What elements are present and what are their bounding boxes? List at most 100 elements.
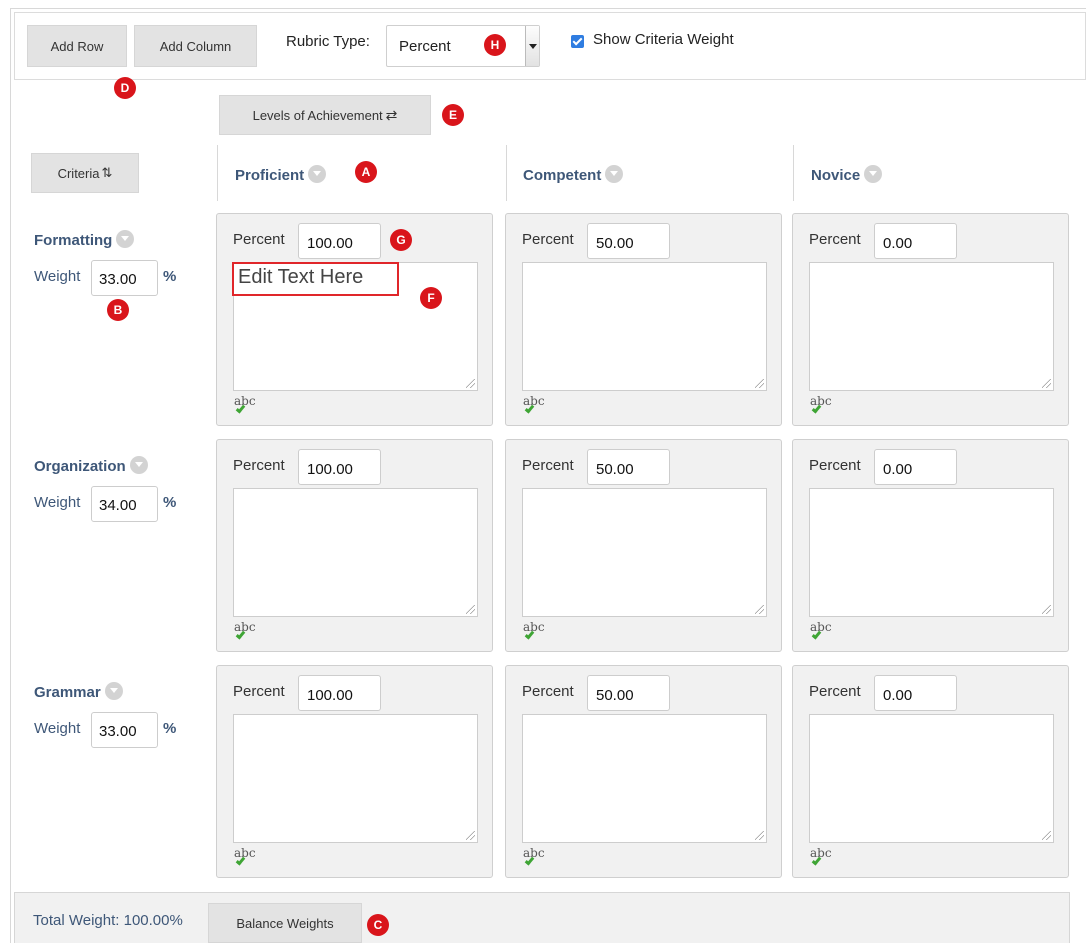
rubric-cell: Percent 50.00 abc: [505, 213, 782, 426]
spellcheck-icon[interactable]: abc: [523, 394, 545, 414]
description-textarea[interactable]: [809, 714, 1054, 843]
percent-label: Percent: [522, 231, 574, 248]
description-textarea[interactable]: [809, 488, 1054, 617]
spellcheck-icon[interactable]: abc: [523, 846, 545, 866]
resize-grip-icon[interactable]: [466, 379, 475, 388]
resize-grip-icon[interactable]: [755, 379, 764, 388]
description-textarea[interactable]: [522, 488, 767, 617]
percent-input[interactable]: 50.00: [587, 449, 670, 485]
show-criteria-weight-label: Show Criteria Weight: [593, 31, 734, 48]
spellcheck-icon[interactable]: abc: [810, 846, 832, 866]
rubric-cell: Percent 50.00 abc: [505, 439, 782, 652]
chevron-down-icon[interactable]: [129, 456, 148, 474]
criteria-row-grammar[interactable]: Grammar: [34, 682, 123, 701]
percent-input[interactable]: 50.00: [587, 223, 670, 259]
resize-grip-icon[interactable]: [466, 831, 475, 840]
percent-label: Percent: [809, 231, 861, 248]
criteria-name: Formatting: [34, 232, 113, 249]
resize-grip-icon[interactable]: [755, 605, 764, 614]
balance-weights-button[interactable]: Balance Weights: [208, 903, 362, 943]
criteria-label: Criteria: [57, 165, 100, 181]
rubric-cell: Percent 0.00 abc: [792, 665, 1069, 878]
column-header-label: Novice: [811, 167, 861, 184]
rubric-cell: Percent 100.00 abc: [216, 665, 493, 878]
resize-grip-icon[interactable]: [755, 831, 764, 840]
weight-unit: %: [163, 720, 177, 737]
chevron-down-icon[interactable]: [525, 26, 539, 66]
description-textarea[interactable]: [522, 262, 767, 391]
percent-input[interactable]: 100.00: [298, 675, 381, 711]
resize-grip-icon[interactable]: [1042, 831, 1051, 840]
rubric-type-value: Percent: [399, 38, 451, 55]
spellcheck-icon[interactable]: abc: [234, 846, 256, 866]
column-header-novice[interactable]: Novice: [811, 165, 883, 184]
criteria-name: Grammar: [34, 684, 101, 701]
add-column-button[interactable]: Add Column: [134, 25, 257, 67]
percent-label: Percent: [809, 457, 861, 474]
rubric-cell: Percent 50.00 abc: [505, 665, 782, 878]
description-textarea[interactable]: [809, 262, 1054, 391]
chevron-down-icon[interactable]: [864, 165, 883, 183]
percent-input[interactable]: 100.00: [298, 449, 381, 485]
column-divider: [506, 145, 507, 201]
percent-input[interactable]: 100.00: [298, 223, 381, 259]
rubric-cell: Percent 100.00 abc: [216, 439, 493, 652]
description-textarea[interactable]: [233, 488, 478, 617]
swap-arrows-icon: ⇄: [385, 106, 398, 123]
resize-grip-icon[interactable]: [466, 605, 475, 614]
spellcheck-icon[interactable]: abc: [234, 394, 256, 414]
spellcheck-icon[interactable]: abc: [810, 620, 832, 640]
levels-of-achievement-button[interactable]: Levels of Achievement ⇄: [219, 95, 431, 135]
callout-marker-a: A: [355, 161, 377, 183]
criteria-sort-button[interactable]: Criteria ⇅: [31, 153, 139, 193]
weight-label: Weight: [34, 494, 81, 511]
description-textarea[interactable]: [233, 714, 478, 843]
percent-input[interactable]: 50.00: [587, 675, 670, 711]
chevron-down-icon[interactable]: [308, 165, 327, 183]
weight-unit: %: [163, 494, 177, 511]
show-criteria-weight-checkbox[interactable]: [571, 35, 584, 48]
chevron-down-icon[interactable]: [116, 230, 135, 248]
spellcheck-icon[interactable]: abc: [234, 620, 256, 640]
column-header-label: Competent: [523, 167, 602, 184]
criteria-row-organization[interactable]: Organization: [34, 456, 148, 475]
spellcheck-icon[interactable]: abc: [523, 620, 545, 640]
rubric-cell: Percent 100.00 abc: [216, 213, 493, 426]
column-divider: [217, 145, 218, 201]
callout-marker-g: G: [390, 229, 412, 251]
callout-marker-f: F: [420, 287, 442, 309]
column-header-competent[interactable]: Competent: [523, 165, 624, 184]
add-row-button[interactable]: Add Row: [27, 25, 127, 67]
callout-marker-d: D: [114, 77, 136, 99]
column-header-proficient[interactable]: Proficient: [235, 165, 327, 184]
percent-label: Percent: [522, 457, 574, 474]
weight-input[interactable]: 33.00: [91, 712, 158, 748]
rubric-type-select[interactable]: Percent: [386, 25, 540, 67]
callout-marker-e: E: [442, 104, 464, 126]
total-weight: Total Weight: 100.00%: [33, 912, 183, 929]
percent-label: Percent: [809, 683, 861, 700]
percent-input[interactable]: 0.00: [874, 675, 957, 711]
weight-input[interactable]: 33.00: [91, 260, 158, 296]
sort-arrows-icon: ⇅: [101, 165, 113, 180]
weight-label: Weight: [34, 720, 81, 737]
resize-grip-icon[interactable]: [1042, 379, 1051, 388]
rubric-cell: Percent 0.00 abc: [792, 439, 1069, 652]
weight-unit: %: [163, 268, 177, 285]
spellcheck-icon[interactable]: abc: [810, 394, 832, 414]
weight-label: Weight: [34, 268, 81, 285]
percent-label: Percent: [233, 683, 285, 700]
resize-grip-icon[interactable]: [1042, 605, 1051, 614]
chevron-down-icon[interactable]: [605, 165, 624, 183]
percent-input[interactable]: 0.00: [874, 449, 957, 485]
criteria-name: Organization: [34, 458, 126, 475]
criteria-row-formatting[interactable]: Formatting: [34, 230, 135, 249]
chevron-down-icon[interactable]: [104, 682, 123, 700]
callout-marker-c: C: [367, 914, 389, 936]
edit-text-placeholder[interactable]: Edit Text Here: [238, 266, 363, 289]
percent-input[interactable]: 0.00: [874, 223, 957, 259]
levels-of-achievement-label: Levels of Achievement: [252, 107, 383, 123]
weight-input[interactable]: 34.00: [91, 486, 158, 522]
description-textarea[interactable]: [522, 714, 767, 843]
callout-marker-h: H: [484, 34, 506, 56]
